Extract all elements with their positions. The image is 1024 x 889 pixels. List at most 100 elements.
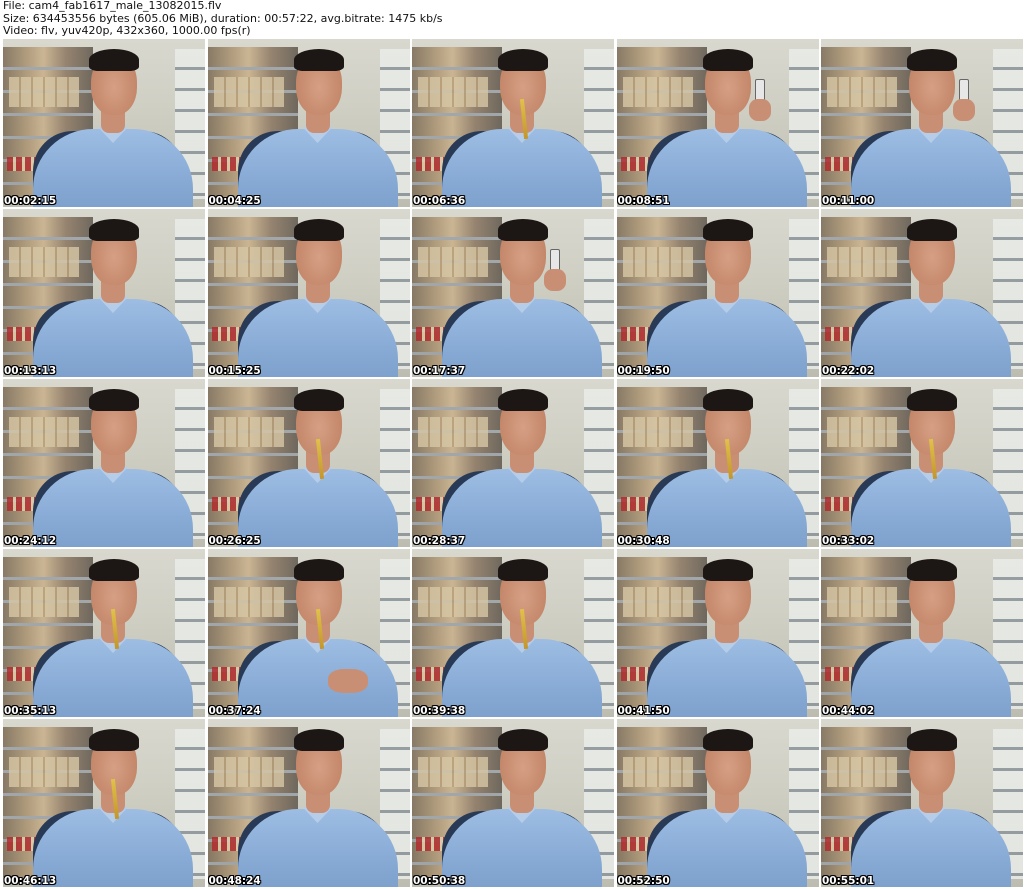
person-hair [89, 729, 139, 751]
shelf-boxes [418, 417, 488, 447]
person-hair [498, 389, 548, 411]
timestamp-label: 00:52:50 [617, 875, 670, 887]
person-hair [498, 219, 548, 241]
shelf-boxes [9, 587, 79, 617]
shelf-boxes [213, 757, 284, 787]
person-hair [293, 219, 344, 241]
person-hair [702, 49, 753, 71]
person-hair [702, 559, 753, 581]
shelf-boxes [622, 417, 693, 447]
video-thumbnail[interactable]: 00:33:02 [821, 379, 1023, 547]
shelf-boxes [827, 587, 897, 617]
video-thumbnail[interactable]: 00:41:50 [616, 549, 819, 717]
timestamp-label: 00:48:24 [208, 875, 261, 887]
person-hair [907, 559, 957, 581]
shelf-boxes [622, 247, 693, 277]
shelf-boxes [213, 247, 284, 277]
person-hair [702, 389, 753, 411]
shelf-boxes [827, 247, 897, 277]
timestamp-label: 00:22:02 [822, 365, 875, 377]
shelf-boxes [9, 417, 79, 447]
timestamp-label: 00:41:50 [617, 705, 670, 717]
shelf-boxes [418, 77, 488, 107]
person-hair [907, 729, 957, 751]
hand [327, 669, 368, 693]
timestamp-label: 00:46:13 [4, 875, 57, 887]
person-hair [907, 219, 957, 241]
timestamp-label: 00:28:37 [413, 535, 466, 547]
shelf-boxes [827, 417, 897, 447]
video-thumbnail[interactable]: 00:39:38 [412, 549, 614, 717]
timestamp-label: 00:08:51 [617, 195, 670, 207]
shelf-boxes [213, 417, 284, 447]
video-thumbnail[interactable]: 00:13:13 [3, 209, 205, 377]
shelf-boxes [827, 757, 897, 787]
video-info-line: Video: flv, yuv420p, 432x360, 1000.00 fp… [3, 24, 251, 37]
video-thumbnail[interactable]: 00:22:02 [821, 209, 1023, 377]
timestamp-label: 00:50:38 [413, 875, 466, 887]
video-thumbnail[interactable]: 00:50:38 [412, 719, 614, 887]
shelf-boxes [622, 757, 693, 787]
video-thumbnail[interactable]: 00:44:02 [821, 549, 1023, 717]
video-thumbnail[interactable]: 00:11:00 [821, 39, 1023, 207]
video-thumbnail[interactable]: 00:46:13 [3, 719, 205, 887]
hand [953, 99, 975, 121]
shelf-boxes [9, 247, 79, 277]
timestamp-label: 00:19:50 [617, 365, 670, 377]
timestamp-label: 00:15:25 [208, 365, 261, 377]
video-thumbnail[interactable]: 00:28:37 [412, 379, 614, 547]
person-hair [907, 389, 957, 411]
video-thumbnail[interactable]: 00:55:01 [821, 719, 1023, 887]
timestamp-label: 00:30:48 [617, 535, 670, 547]
video-thumbnail[interactable]: 00:30:48 [616, 379, 819, 547]
person-hair [293, 729, 344, 751]
video-thumbnail[interactable]: 00:19:50 [616, 209, 819, 377]
hand [544, 269, 566, 291]
shelf-boxes [418, 757, 488, 787]
timestamp-label: 00:24:12 [4, 535, 57, 547]
video-thumbnail[interactable]: 00:48:24 [207, 719, 410, 887]
thumbnail-grid: 00:02:15 00:04:25 00:06:36 00:08:51 00:11:00… [3, 39, 1023, 888]
shelf-boxes [418, 587, 488, 617]
timestamp-label: 00:04:25 [208, 195, 261, 207]
shelf-boxes [622, 587, 693, 617]
timestamp-label: 00:26:25 [208, 535, 261, 547]
video-thumbnail[interactable]: 00:26:25 [207, 379, 410, 547]
person-hair [498, 559, 548, 581]
shelf-boxes [213, 587, 284, 617]
video-thumbnail[interactable]: 00:04:25 [207, 39, 410, 207]
person-hair [293, 389, 344, 411]
person-hair [498, 49, 548, 71]
video-thumbnail[interactable]: 00:24:12 [3, 379, 205, 547]
person-hair [293, 559, 344, 581]
person-hair [293, 49, 344, 71]
video-thumbnail[interactable]: 00:08:51 [616, 39, 819, 207]
video-thumbnail[interactable]: 00:52:50 [616, 719, 819, 887]
person-hair [89, 49, 139, 71]
hand [748, 99, 771, 121]
timestamp-label: 00:44:02 [822, 705, 875, 717]
video-thumbnail[interactable]: 00:17:37 [412, 209, 614, 377]
timestamp-label: 00:06:36 [413, 195, 466, 207]
person-hair [89, 219, 139, 241]
timestamp-label: 00:33:02 [822, 535, 875, 547]
video-thumbnail[interactable]: 00:37:24 [207, 549, 410, 717]
file-info-header: File: cam4_fab1617_male_13082015.flv Siz… [3, 0, 1021, 38]
video-thumbnail[interactable]: 00:15:25 [207, 209, 410, 377]
timestamp-label: 00:17:37 [413, 365, 466, 377]
timestamp-label: 00:55:01 [822, 875, 875, 887]
video-thumbnail[interactable]: 00:06:36 [412, 39, 614, 207]
person-hair [702, 219, 753, 241]
timestamp-label: 00:11:00 [822, 195, 875, 207]
person-hair [907, 49, 957, 71]
timestamp-label: 00:37:24 [208, 705, 261, 717]
video-thumbnail[interactable]: 00:35:13 [3, 549, 205, 717]
video-thumbnail[interactable]: 00:02:15 [3, 39, 205, 207]
file-name-line: File: cam4_fab1617_male_13082015.flv [3, 0, 222, 12]
shelf-boxes [827, 77, 897, 107]
timestamp-label: 00:35:13 [4, 705, 57, 717]
shelf-boxes [213, 77, 284, 107]
shelf-boxes [622, 77, 693, 107]
shelf-boxes [418, 247, 488, 277]
person-hair [89, 559, 139, 581]
